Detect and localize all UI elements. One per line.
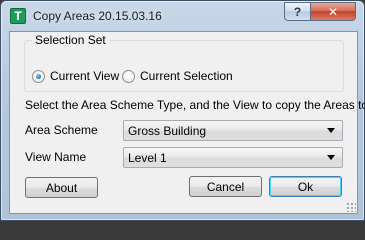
dialog-body: Selection Set Current View Current Selec… (9, 31, 365, 214)
area-scheme-label: Area Scheme (25, 123, 98, 137)
radio-button-checked[interactable] (32, 69, 45, 83)
about-button[interactable]: About (25, 177, 98, 198)
chevron-down-icon[interactable] (327, 155, 335, 160)
selection-set-group: Selection Set Current View Current Selec… (24, 33, 344, 92)
radio-current-view[interactable]: Current View (32, 69, 119, 83)
selection-set-label: Selection Set (32, 33, 109, 47)
help-icon: ? (293, 4, 302, 19)
radio-current-view-label: Current View (50, 69, 120, 83)
radio-current-selection-label: Current Selection (140, 69, 233, 83)
ok-button[interactable]: Ok (269, 176, 342, 197)
close-button[interactable]: ✕ (311, 2, 356, 21)
radio-button-unchecked[interactable] (122, 69, 135, 83)
close-icon: ✕ (327, 4, 339, 19)
view-name-label: View Name (25, 150, 87, 164)
resize-grip[interactable] (346, 202, 356, 212)
chevron-down-icon[interactable] (327, 128, 335, 133)
view-name-value: Level 1 (128, 151, 167, 165)
copy-areas-dialog: T Copy Areas 20.15.03.16 ? ✕ Selection S… (0, 0, 365, 221)
cancel-button[interactable]: Cancel (189, 176, 262, 197)
app-icon: T (10, 8, 26, 24)
radio-current-selection[interactable]: Current Selection (122, 69, 233, 83)
instructions-text: Select the Area Scheme Type, and the Vie… (25, 98, 365, 112)
help-button[interactable]: ? (284, 2, 311, 21)
view-name-dropdown[interactable]: Level 1 (123, 147, 343, 168)
area-scheme-value: Gross Building (128, 124, 207, 138)
area-scheme-dropdown[interactable]: Gross Building (123, 120, 343, 141)
title-bar[interactable]: T Copy Areas 20.15.03.16 ? ✕ (1, 1, 364, 31)
window-title: Copy Areas 20.15.03.16 (33, 9, 162, 23)
